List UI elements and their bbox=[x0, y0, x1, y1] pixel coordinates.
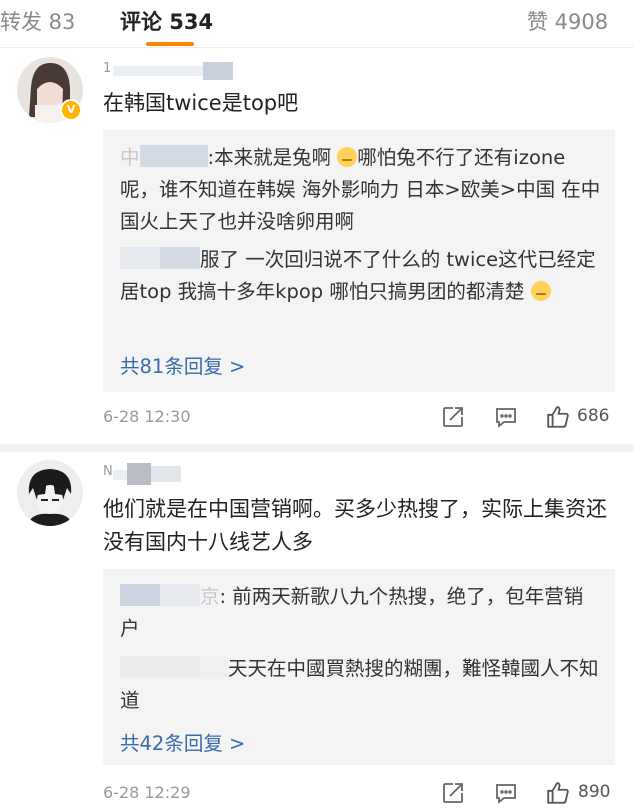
reply-author-redaction bbox=[160, 656, 200, 678]
crying-emoji-icon bbox=[337, 147, 358, 167]
reply-author[interactable]: 中 bbox=[120, 146, 140, 169]
username-redaction bbox=[151, 466, 181, 482]
like-count: 686 bbox=[577, 406, 610, 426]
share-icon[interactable] bbox=[441, 781, 465, 809]
comment-time: 6-28 12:30 bbox=[103, 407, 191, 426]
tab-bar: 转发 83 评论 534 赞 4908 bbox=[0, 0, 634, 48]
reply-item[interactable]: 京: 前两天新歌八九个热搜，绝了，包年营销户 bbox=[120, 581, 601, 645]
reply-text: :本来就是兔啊 bbox=[207, 146, 332, 169]
comment-divider bbox=[0, 444, 634, 452]
like-icon[interactable] bbox=[545, 404, 571, 434]
tab-likes[interactable]: 赞 4908 bbox=[527, 6, 608, 36]
tab-repost[interactable]: 转发 83 bbox=[0, 6, 75, 36]
crying-emoji-icon bbox=[530, 281, 551, 301]
like-count: 890 bbox=[578, 782, 611, 802]
reply-box[interactable]: 中:本来就是兔啊 哪怕兔不行了还有izone呢，谁不知道在韩娱 海外影响力 日本… bbox=[103, 130, 615, 392]
active-tab-indicator bbox=[146, 42, 194, 46]
more-replies-link[interactable]: 共81条回复 > bbox=[120, 350, 245, 379]
avatar[interactable] bbox=[17, 460, 83, 526]
reply-item[interactable]: 服了 一次回归说不了什么的 twice这代已经定居top 我搞十多年kpop 哪… bbox=[120, 244, 601, 308]
reply-author[interactable]: 京 bbox=[200, 585, 220, 608]
comment-time: 6-28 12:29 bbox=[103, 783, 191, 802]
reply-author-redaction bbox=[120, 584, 160, 606]
like-icon[interactable] bbox=[545, 780, 571, 810]
comment-icon[interactable] bbox=[494, 781, 518, 809]
reply-author-redaction bbox=[160, 584, 200, 606]
comment-text: 在韩国twice是top吧 bbox=[103, 91, 299, 115]
username-redaction bbox=[127, 463, 151, 485]
comment-icon[interactable] bbox=[494, 405, 518, 433]
reply-author-redaction bbox=[120, 656, 160, 678]
username-redaction bbox=[113, 66, 203, 76]
tab-divider bbox=[0, 47, 634, 48]
share-icon[interactable] bbox=[441, 405, 465, 433]
comment-text: 他们就是在中国营销啊。买多少热搜了，实际上集资还没有国内十八线艺人多 bbox=[103, 497, 607, 554]
reply-author-redaction bbox=[167, 145, 208, 167]
username-redaction bbox=[203, 62, 233, 80]
reply-author-redaction bbox=[160, 247, 200, 269]
reply-author-redaction bbox=[139, 145, 168, 167]
reply-box[interactable]: 京: 前两天新歌八九个热搜，绝了，包年营销户 天天在中國買熱搜的糊團，難怪韓國人… bbox=[103, 569, 615, 765]
verified-badge-icon: V bbox=[60, 99, 82, 121]
tab-comments[interactable]: 评论 534 bbox=[120, 6, 213, 36]
reply-item[interactable]: 中:本来就是兔啊 哪怕兔不行了还有izone呢，谁不知道在韩娱 海外影响力 日本… bbox=[120, 142, 601, 238]
reply-item[interactable]: 天天在中國買熱搜的糊團，難怪韓國人不知道 bbox=[120, 653, 601, 717]
reply-author-redaction bbox=[200, 656, 228, 678]
username[interactable]: N bbox=[103, 464, 113, 479]
username[interactable]: 1 bbox=[103, 61, 111, 76]
more-replies-link[interactable]: 共42条回复 > bbox=[120, 727, 245, 756]
reply-author-redaction bbox=[120, 247, 160, 269]
